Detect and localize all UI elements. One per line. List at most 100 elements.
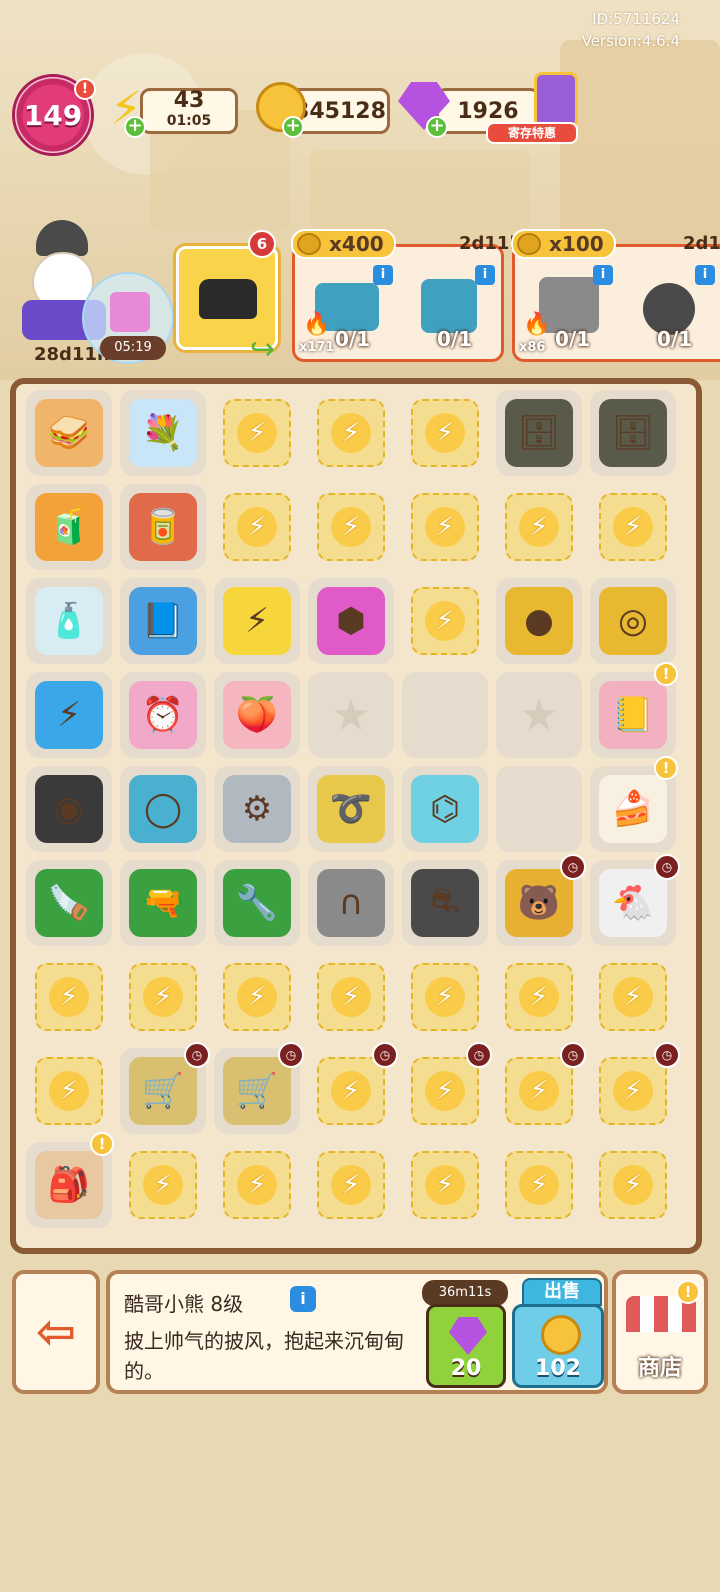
board-cell[interactable]: 🍑 xyxy=(214,672,300,758)
board-cell[interactable]: ⚡ ◷ xyxy=(496,1042,586,1134)
quest-card-2[interactable]: x100 2d1 i 0/1 i 0/1 🔥 x86 xyxy=(511,229,720,362)
sell-button[interactable]: 102 xyxy=(512,1304,604,1388)
board-cell[interactable]: ⚡ xyxy=(402,954,488,1040)
board-cell[interactable]: 🧴 xyxy=(26,578,112,664)
board-cell[interactable]: 🗄 xyxy=(496,390,582,476)
clock-icon: ◷ xyxy=(466,1042,492,1068)
version-text: Version:4.6.4 xyxy=(581,32,680,50)
chicken-desk-icon: 🐔 xyxy=(599,869,667,937)
add-energy-button[interactable]: + xyxy=(124,116,146,138)
vip-pack-icon[interactable] xyxy=(534,72,578,128)
lock-bolt-icon: ⚡ xyxy=(49,1071,89,1111)
sandwich-icon: 🥪 xyxy=(35,399,103,467)
energy-timer: 01:05 xyxy=(166,113,212,129)
board-cell[interactable]: ● xyxy=(496,578,582,664)
board-cell[interactable]: ⚡ xyxy=(120,1142,206,1228)
board-cell[interactable]: 🐔 ◷ xyxy=(590,854,680,946)
juice-bottle-icon: 🧃 xyxy=(35,493,103,561)
clock-icon: ◷ xyxy=(372,1042,398,1068)
board-cell[interactable]: ⚡ xyxy=(590,484,676,570)
alert-icon: ! xyxy=(90,1132,114,1156)
board-cell[interactable]: ⛐ xyxy=(402,860,488,946)
board-cell[interactable]: ⚡ xyxy=(308,390,394,476)
board-cell[interactable]: ⌬ xyxy=(402,766,488,852)
board-cell[interactable]: ◎ xyxy=(590,578,676,664)
board-cell[interactable]: ∩ xyxy=(308,860,394,946)
board-cell[interactable]: ⚡ xyxy=(26,954,112,1040)
board-cell[interactable]: ➰ xyxy=(308,766,394,852)
order-count-badge: 6 xyxy=(248,230,276,258)
board-cell[interactable]: ◯ xyxy=(120,766,206,852)
board-cell[interactable]: 🪚 xyxy=(26,860,112,946)
board-cell[interactable]: ⚙ xyxy=(214,766,300,852)
player-id: ID:5711624 xyxy=(592,10,680,28)
quest-card-1[interactable]: x400 2d11h i 0/1 i 0/1 🔥 x171 xyxy=(291,229,522,362)
board-cell[interactable]: ⚡ ◷ xyxy=(402,1042,492,1134)
board-cell[interactable]: ⚡ xyxy=(26,1048,112,1134)
lock-bolt-icon: ⚡ xyxy=(331,413,371,453)
shop-label: 商店 xyxy=(637,1356,682,1381)
light-dumbbells-icon: ⌬ xyxy=(411,775,479,843)
board-cell[interactable]: 🔧 xyxy=(214,860,300,946)
speedup-button[interactable]: 20 xyxy=(426,1304,506,1388)
board-cell[interactable]: 🥪 xyxy=(26,390,112,476)
energy-counter[interactable]: 43 01:05 xyxy=(140,88,238,134)
board-cell[interactable]: 📒! xyxy=(590,662,678,758)
board-cell[interactable]: ⚡ xyxy=(402,578,488,664)
board-cell[interactable]: ⚡ xyxy=(120,954,206,1040)
board-cell[interactable]: 🔫 xyxy=(120,860,206,946)
board-cell[interactable]: 🥫 xyxy=(120,484,206,570)
board-cell[interactable]: ⚡ xyxy=(590,954,676,1040)
board-cell[interactable]: ⏰ xyxy=(120,672,206,758)
board-cell[interactable]: ⚡ xyxy=(214,1142,300,1228)
star-placeholder-icon: ★ xyxy=(519,689,559,741)
board-cell[interactable]: ⚡ xyxy=(402,484,488,570)
board-cell[interactable]: ⚡ xyxy=(26,672,112,758)
ab-wheel-icon: ◉ xyxy=(35,775,103,843)
item-info-icon[interactable]: i xyxy=(290,1286,316,1312)
gem-value: 1926 xyxy=(457,98,519,124)
board-cell[interactable]: ⚡ xyxy=(214,578,300,664)
board-cell[interactable]: ⚡ xyxy=(308,1142,394,1228)
board-cell[interactable]: ⚡ xyxy=(402,1142,488,1228)
board-cell[interactable]: ⚡ ◷ xyxy=(590,1042,680,1134)
board-cell[interactable]: ⚡ xyxy=(214,484,300,570)
lock-bolt-icon: ⚡ xyxy=(519,1071,559,1111)
gem-icon xyxy=(449,1317,487,1355)
board-cell[interactable]: 🧃 xyxy=(26,484,112,570)
board-cell[interactable]: ⚡ xyxy=(496,1142,582,1228)
board-cell[interactable]: 🗄 xyxy=(590,390,676,476)
board-cell[interactable]: 🎒! xyxy=(26,1132,114,1228)
board-cell[interactable]: ◉ xyxy=(26,766,112,852)
exit-button[interactable]: ⇦ xyxy=(12,1270,100,1394)
quest-reward: x400 xyxy=(291,229,396,259)
board-cell[interactable]: 💐 xyxy=(120,390,206,476)
board-cell[interactable]: ⚡ xyxy=(214,954,300,1040)
board-cell[interactable]: 🛒 ◷ xyxy=(120,1042,210,1134)
coin-stack-icon: ◎ xyxy=(599,587,667,655)
board-cell[interactable]: ⚡ xyxy=(496,954,582,1040)
vip-offer-badge[interactable]: 寄存特惠 xyxy=(486,122,578,144)
add-coins-button[interactable]: + xyxy=(282,116,304,138)
board-cell[interactable]: 📘 xyxy=(120,578,206,664)
sell-price: 102 xyxy=(535,1356,581,1381)
board-cell[interactable]: ⚡ xyxy=(214,390,300,476)
lock-bolt-icon: ⚡ xyxy=(613,1165,653,1205)
merge-board: 🥪 💐 ⚡ ⚡ ⚡ 🗄 🗄 🧃 🥫 ⚡ ⚡ ⚡ ⚡ ⚡ 🧴 📘 ⚡ ⬢ ⚡ ● ◎ ⚡ ⏰ 🍑 ★ ★ 📒! ◉ ◯ ⚙ ➰ ⌬ 🍰! 🪚 🔫 🔧 ∩ ⛐… xyxy=(10,378,702,1254)
board-cell[interactable]: ⚡ xyxy=(402,390,488,476)
board-cell[interactable]: ⚡ xyxy=(308,954,394,1040)
cat-backpack-icon: 🎒 xyxy=(35,1151,103,1219)
dumbbells-icon: ⚙ xyxy=(223,775,291,843)
board-cell[interactable]: 🛒 ◷ xyxy=(214,1042,304,1134)
board-cell[interactable]: ⚡ ◷ xyxy=(308,1042,398,1134)
add-gems-button[interactable]: + xyxy=(426,116,448,138)
board-cell[interactable]: ⬢ xyxy=(308,578,394,664)
shop-button[interactable]: ! 商店 xyxy=(612,1270,708,1394)
board-cell[interactable]: ⚡ xyxy=(308,484,394,570)
board-cell[interactable]: 🍰! xyxy=(590,756,678,852)
board-cell[interactable]: 🐻 ◷ xyxy=(496,854,586,946)
level-alert-icon: ! xyxy=(74,78,96,100)
speedup-timer: 36m11s xyxy=(422,1280,508,1306)
board-cell[interactable]: ⚡ xyxy=(496,484,582,570)
board-cell[interactable]: ⚡ xyxy=(590,1142,676,1228)
